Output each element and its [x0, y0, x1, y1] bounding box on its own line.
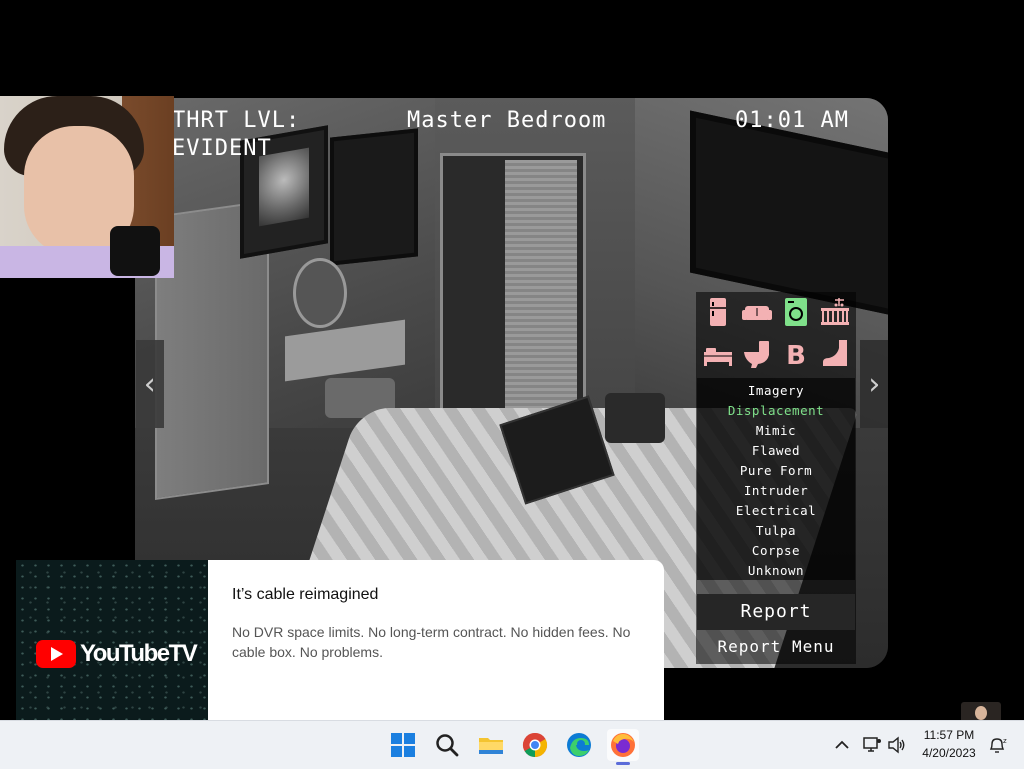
firefox-icon — [611, 733, 635, 757]
bag — [605, 393, 665, 443]
anomaly-type-electrical[interactable]: Electrical — [697, 503, 855, 518]
closet-door — [505, 160, 577, 440]
notifications-button[interactable]: z — [987, 735, 1007, 755]
anomaly-type-pure-form[interactable]: Pure Form — [697, 463, 855, 478]
youtube-tv-ad[interactable]: YouTubeTV It’s cable reimagined No DVR s… — [16, 560, 664, 720]
threat-level-label: THRT LVL: — [172, 108, 301, 133]
anomaly-type-mimic[interactable]: Mimic — [697, 423, 855, 438]
speaker-icon — [888, 736, 905, 754]
room-name: Master Bedroom — [407, 108, 607, 133]
svg-text:B: B — [786, 341, 806, 370]
ad-title: It’s cable reimagined — [232, 586, 379, 603]
volume-button[interactable] — [887, 735, 907, 755]
toilet-icon[interactable] — [739, 336, 775, 372]
search-icon — [436, 734, 459, 757]
search-button[interactable] — [431, 729, 463, 761]
youtube-tv-logo-text: YouTubeTV — [80, 640, 198, 667]
folder-icon — [479, 738, 503, 754]
next-camera-button[interactable]: › — [860, 340, 888, 428]
firefox-button[interactable] — [607, 729, 639, 765]
clock-time[interactable]: 11:57 PM — [918, 728, 980, 742]
microphone — [110, 226, 160, 276]
ad-body: No DVR space limits. No long-term contra… — [232, 624, 631, 660]
anomaly-type-imagery[interactable]: Imagery — [697, 383, 855, 398]
crib-icon[interactable] — [817, 294, 853, 330]
youtube-play-icon — [36, 640, 76, 668]
ad-image: YouTubeTV — [16, 560, 208, 720]
network-icon — [863, 737, 881, 752]
notification-bell-icon: z — [989, 737, 1007, 753]
report-menu-button[interactable]: Report Menu — [697, 637, 855, 656]
edge-button[interactable] — [563, 729, 595, 761]
washing-machine-icon[interactable] — [778, 294, 814, 330]
file-explorer-button[interactable] — [475, 729, 507, 761]
anomaly-type-flawed[interactable]: Flawed — [697, 443, 855, 458]
anomaly-type-corpse[interactable]: Corpse — [697, 543, 855, 558]
anomaly-type-intruder[interactable]: Intruder — [697, 483, 855, 498]
webcam-overlay — [0, 96, 174, 278]
video-thumbnail[interactable] — [961, 702, 1001, 720]
chrome-button[interactable] — [519, 729, 551, 761]
bed-icon[interactable] — [700, 336, 736, 372]
clock-date[interactable]: 4/20/2023 — [918, 746, 980, 760]
taskbar: 11:57 PM 4/20/2023 z — [0, 720, 1024, 769]
chevron-up-icon — [835, 740, 849, 749]
round-mirror — [293, 258, 347, 328]
category-icon-grid: B — [700, 294, 856, 372]
anomaly-type-displacement[interactable]: Displacement — [697, 403, 855, 418]
chrome-icon — [522, 733, 548, 757]
chevron-left-icon: ‹ — [140, 366, 160, 402]
prev-camera-button[interactable]: ‹ — [136, 340, 164, 428]
game-clock: 01:01 AM — [735, 108, 849, 133]
tray-overflow-button[interactable] — [832, 735, 852, 755]
bold-b-icon[interactable]: B — [778, 336, 814, 372]
edge-icon — [567, 733, 591, 757]
windows-icon — [391, 733, 415, 757]
svg-text:z: z — [1003, 737, 1007, 745]
threat-level-value: EVIDENT — [172, 136, 272, 161]
couch-icon[interactable] — [739, 294, 775, 330]
poster-dark — [330, 128, 418, 266]
chevron-right-icon: › — [864, 366, 884, 402]
youtube-tv-logo: YouTubeTV — [36, 640, 198, 668]
start-button[interactable] — [387, 729, 419, 761]
fridge-icon[interactable] — [700, 294, 736, 330]
anomaly-type-tulpa[interactable]: Tulpa — [697, 523, 855, 538]
network-button[interactable] — [862, 735, 882, 755]
report-button[interactable]: Report — [697, 594, 855, 630]
anomaly-type-unknown[interactable]: Unknown — [697, 563, 855, 578]
boot-icon[interactable] — [817, 336, 853, 372]
